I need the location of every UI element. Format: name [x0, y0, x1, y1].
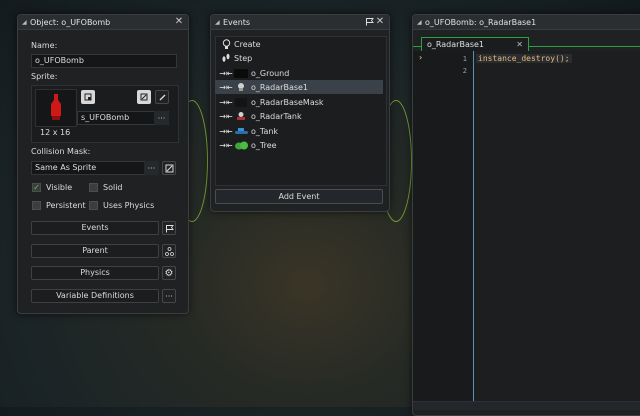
solid-label: Solid — [103, 183, 123, 192]
event-label: Step — [234, 53, 253, 63]
collision-mask-field[interactable]: Same As Sprite — [31, 161, 145, 175]
persistent-label: Persistent — [46, 201, 86, 210]
event-item-o-radarbase1[interactable]: →⇤ o_RadarBase1 — [215, 80, 383, 94]
events-panel-title: Events — [223, 17, 251, 27]
name-label: Name: — [31, 41, 58, 50]
radar-mask-thumbnail — [234, 97, 248, 107]
sprite-label: Sprite: — [31, 72, 58, 81]
current-line-arrow-icon: › — [419, 53, 423, 62]
collision-icon: →⇤ — [219, 97, 233, 107]
collapse-arrow-icon[interactable]: ◢ — [215, 19, 223, 26]
code-gutter: › 1 2 — [413, 51, 473, 401]
tree-thumbnail — [234, 140, 248, 150]
collision-icon: →⇤ — [219, 82, 233, 92]
collapse-arrow-icon[interactable]: ◢ — [22, 19, 30, 26]
object-panel-titlebar[interactable]: ◢ Object: o_UFOBomb ✕ — [18, 15, 188, 30]
close-icon[interactable]: ✕ — [375, 17, 385, 27]
event-label: o_RadarBase1 — [251, 82, 309, 92]
footsteps-icon — [218, 52, 234, 64]
collision-icon: →⇤ — [219, 68, 233, 78]
horizontal-scrollbar[interactable] — [413, 401, 640, 410]
visible-label: Visible — [46, 183, 73, 192]
event-label: Create — [234, 39, 261, 49]
sprite-more-button[interactable]: ··· — [154, 111, 169, 125]
event-item-create[interactable]: Create — [215, 37, 383, 51]
bulb-icon — [218, 38, 234, 50]
new-sprite-button[interactable] — [137, 90, 151, 104]
variables-more-button[interactable]: ··· — [162, 289, 176, 303]
name-field[interactable]: o_UFOBomb — [31, 54, 177, 68]
object-panel-title: Object: o_UFOBomb — [30, 17, 111, 27]
persistent-checkbox[interactable] — [32, 201, 41, 210]
ground-thumbnail — [234, 68, 248, 78]
code-panel: ◢ o_UFOBomb: o_RadarBase1 o_RadarBase1 ✕… — [412, 14, 640, 416]
line-number: 1 — [462, 55, 467, 63]
edit-sprite-button[interactable] — [81, 90, 95, 104]
flag-icon — [363, 17, 375, 28]
edit-mask-button[interactable] — [162, 161, 176, 175]
collision-icon: →⇤ — [219, 140, 233, 150]
code-editor[interactable]: instance_destroy(); — [473, 51, 640, 401]
event-item-o-radarbasemask[interactable]: →⇤ o_RadarBaseMask — [215, 95, 383, 109]
sprite-preview[interactable] — [35, 89, 77, 127]
sprite-size: 12 x 16 — [40, 128, 71, 137]
tab-o-radarbase1[interactable]: o_RadarBase1 ✕ — [421, 37, 529, 51]
visible-checkbox[interactable]: ✓ — [32, 183, 41, 192]
radar-base-thumbnail — [234, 82, 248, 92]
event-label: o_RadarTank — [251, 111, 302, 121]
flag-icon[interactable] — [162, 221, 176, 235]
event-label: o_Ground — [251, 68, 290, 78]
line-number: 2 — [462, 67, 467, 75]
collision-icon: →⇤ — [219, 126, 233, 136]
uses-physics-checkbox[interactable] — [89, 201, 98, 210]
object-panel: ◢ Object: o_UFOBomb ✕ Name: o_UFOBomb Sp… — [17, 14, 189, 314]
events-button[interactable]: Events — [31, 221, 159, 235]
event-item-step[interactable]: Step — [215, 51, 383, 65]
variable-definitions-button[interactable]: Variable Definitions — [31, 289, 159, 303]
collapse-arrow-icon[interactable]: ◢ — [417, 19, 425, 26]
code-panel-title: o_UFOBomb: o_RadarBase1 — [425, 17, 537, 27]
tank-thumbnail — [234, 126, 248, 136]
event-label: o_RadarBaseMask — [251, 97, 324, 107]
physics-button[interactable]: Physics — [31, 266, 159, 280]
close-icon[interactable]: ✕ — [174, 17, 184, 27]
add-event-button[interactable]: Add Event — [215, 189, 383, 204]
collision-mask-label: Collision Mask: — [31, 147, 91, 156]
collision-icon: →⇤ — [219, 111, 233, 121]
event-item-o-tree[interactable]: →⇤ o_Tree — [215, 138, 383, 152]
events-panel-titlebar[interactable]: ◢ Events ✕ — [211, 15, 389, 30]
code-line-1[interactable]: instance_destroy(); — [476, 54, 572, 63]
brush-icon[interactable] — [155, 90, 169, 104]
hierarchy-icon[interactable] — [162, 244, 176, 258]
gear-icon[interactable]: ⚙ — [162, 266, 176, 280]
tab-close-icon[interactable]: ✕ — [516, 40, 523, 49]
uses-physics-label: Uses Physics — [103, 201, 155, 210]
radar-tank-thumbnail — [234, 111, 248, 121]
solid-checkbox[interactable] — [89, 183, 98, 192]
event-item-o-tank[interactable]: →⇤ o_Tank — [215, 124, 383, 138]
collision-more-button[interactable]: ··· — [144, 161, 159, 175]
parent-button[interactable]: Parent — [31, 244, 159, 258]
event-item-o-radartank[interactable]: →⇤ o_RadarTank — [215, 109, 383, 123]
code-panel-titlebar[interactable]: ◢ o_UFOBomb: o_RadarBase1 — [413, 15, 640, 30]
tab-label: o_RadarBase1 — [427, 40, 485, 49]
event-item-o-ground[interactable]: →⇤ o_Ground — [215, 66, 383, 80]
event-label: o_Tree — [251, 140, 277, 150]
event-label: o_Tank — [251, 126, 279, 136]
events-panel: ◢ Events ✕ Create Step →⇤ o_Ground →⇤ o_… — [210, 14, 390, 212]
